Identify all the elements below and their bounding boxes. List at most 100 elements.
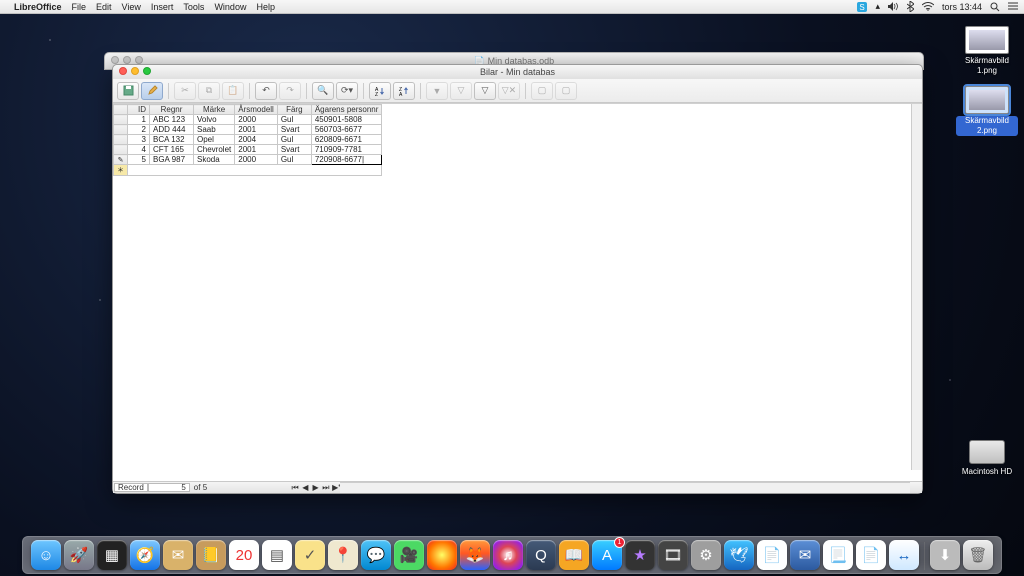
dock-libreoffice[interactable]: 📄 [856, 540, 886, 570]
sort-asc-button[interactable]: AZ [369, 82, 391, 100]
menu-edit[interactable]: Edit [96, 2, 112, 12]
row-selector[interactable] [114, 125, 128, 135]
close-icon[interactable] [111, 56, 119, 64]
cell-id[interactable]: 1 [128, 115, 150, 125]
cell-personnr[interactable]: 450901-5808 [311, 115, 382, 125]
menu-help[interactable]: Help [256, 2, 275, 12]
dock-ibooks[interactable]: 📖 [559, 540, 589, 570]
maximize-icon[interactable] [135, 56, 143, 64]
column-header-id[interactable]: ID [128, 105, 150, 115]
column-header-farg[interactable]: Färg [277, 105, 311, 115]
dock-itunes[interactable]: ♫ [493, 540, 523, 570]
menu-insert[interactable]: Insert [151, 2, 174, 12]
dock-photo-booth[interactable] [427, 540, 457, 570]
dummy-button[interactable]: ▢ [531, 82, 553, 100]
copy-button[interactable]: ⧉ [198, 82, 220, 100]
table-row[interactable]: ✎5BGA 987Skoda2000Gul720908-6677| [114, 155, 382, 165]
column-header-personnr[interactable]: Ägarens personnr [311, 105, 382, 115]
menu-tools[interactable]: Tools [183, 2, 204, 12]
dock-trash[interactable]: 🗑 [963, 540, 993, 570]
clock[interactable]: tors 13:44 [942, 2, 982, 12]
cell-id[interactable]: 5 [128, 155, 150, 165]
dock-maps[interactable]: 📍 [328, 540, 358, 570]
app-name[interactable]: LibreOffice [14, 2, 62, 12]
dock-mission-control[interactable]: ▦ [97, 540, 127, 570]
airplay-menu-icon[interactable]: ▴ [875, 1, 880, 12]
cell-arsmodell[interactable]: 2000 [235, 155, 278, 165]
bluetooth-menu-icon[interactable] [907, 1, 914, 12]
empty-cell[interactable] [128, 165, 382, 176]
menu-window[interactable]: Window [214, 2, 246, 12]
dock-app-store[interactable]: A1 [592, 540, 622, 570]
record-number-input[interactable]: 5 [148, 483, 190, 492]
menu-file[interactable]: File [72, 2, 87, 12]
cell-id[interactable]: 4 [128, 145, 150, 155]
dock-messages[interactable]: 💬 [361, 540, 391, 570]
dock-launchpad[interactable]: 🚀 [64, 540, 94, 570]
cell-personnr[interactable]: 720908-6677| [311, 155, 382, 165]
redo-button[interactable]: ↷ [279, 82, 301, 100]
cell-marke[interactable]: Skoda [194, 155, 235, 165]
cell-regnr[interactable]: ABC 123 [150, 115, 194, 125]
apply-filter-button[interactable]: ▽ [450, 82, 472, 100]
dock-teamviewer[interactable]: ↔ [889, 540, 919, 570]
cell-farg[interactable]: Gul [277, 115, 311, 125]
minimize-icon[interactable] [123, 56, 131, 64]
cell-regnr[interactable]: BGA 987 [150, 155, 194, 165]
dock-preview[interactable]: 🎞 [658, 540, 688, 570]
column-header-marke[interactable]: Märke [194, 105, 235, 115]
data-table[interactable]: ID Regnr Märke Årsmodell Färg Ägarens pe… [113, 104, 382, 176]
dock-textedit[interactable]: 📄 [757, 540, 787, 570]
cell-farg[interactable]: Svart [277, 125, 311, 135]
cell-arsmodell[interactable]: 2001 [235, 125, 278, 135]
menu-view[interactable]: View [122, 2, 141, 12]
dock-notes[interactable]: ▤ [262, 540, 292, 570]
edit-mode-button[interactable] [141, 82, 163, 100]
dock-thunderbird[interactable]: ✉ [790, 540, 820, 570]
autofilter-button[interactable]: ▼ [426, 82, 448, 100]
row-selector[interactable]: ＊ [114, 165, 128, 176]
table-row[interactable]: 2ADD 444Saab2001Svart560703-6677 [114, 125, 382, 135]
cell-arsmodell[interactable]: 2001 [235, 145, 278, 155]
dock-openoffice[interactable]: 🕊 [724, 540, 754, 570]
row-selector[interactable] [114, 135, 128, 145]
volume-menu-icon[interactable] [888, 2, 899, 11]
cell-arsmodell[interactable]: 2000 [235, 115, 278, 125]
column-header-arsmodell[interactable]: Årsmodell [235, 105, 278, 115]
desktop-file-screenshot-2[interactable]: Skärmavbild 2.png [956, 86, 1018, 136]
save-button[interactable] [117, 82, 139, 100]
cell-marke[interactable]: Volvo [194, 115, 235, 125]
vertical-scrollbar[interactable] [911, 104, 922, 470]
prev-record-button[interactable]: ◀ [301, 483, 309, 492]
undo-button[interactable]: ↶ [255, 82, 277, 100]
dock-downloads[interactable]: ⬇ [930, 540, 960, 570]
remove-filter-button[interactable]: ▽✕ [498, 82, 520, 100]
dock-system-preferences[interactable]: ⚙ [691, 540, 721, 570]
new-record-button[interactable]: ▶* [332, 483, 340, 492]
table-row[interactable]: 4CFT 165Chevrolet2001Svart710909-7781 [114, 145, 382, 155]
paste-button[interactable]: 📋 [222, 82, 244, 100]
spotlight-icon[interactable] [990, 2, 1000, 12]
dock-safari[interactable]: 🧭 [130, 540, 160, 570]
title-bar[interactable]: Bilar - Min databas [113, 65, 922, 79]
cell-regnr[interactable]: CFT 165 [150, 145, 194, 155]
row-selector[interactable] [114, 145, 128, 155]
cell-personnr[interactable]: 620809-6671 [311, 135, 382, 145]
row-selector[interactable] [114, 115, 128, 125]
dummy-button[interactable]: ▢ [555, 82, 577, 100]
dock-mail[interactable]: ✉ [163, 540, 193, 570]
first-record-button[interactable]: ⏮ [291, 483, 299, 493]
dock-finder[interactable]: ☺ [31, 540, 61, 570]
cell-marke[interactable]: Chevrolet [194, 145, 235, 155]
cell-personnr[interactable]: 710909-7781 [311, 145, 382, 155]
minimize-button[interactable] [131, 67, 139, 75]
cell-regnr[interactable]: ADD 444 [150, 125, 194, 135]
cell-regnr[interactable]: BCA 132 [150, 135, 194, 145]
cell-id[interactable]: 2 [128, 125, 150, 135]
standard-filter-button[interactable]: ▽ [474, 82, 496, 100]
dock-calendar[interactable]: 20 [229, 540, 259, 570]
cell-id[interactable]: 3 [128, 135, 150, 145]
desktop-macintosh-hd[interactable]: Macintosh HD [956, 440, 1018, 476]
cell-farg[interactable]: Gul [277, 135, 311, 145]
dock-pages[interactable]: 📃 [823, 540, 853, 570]
